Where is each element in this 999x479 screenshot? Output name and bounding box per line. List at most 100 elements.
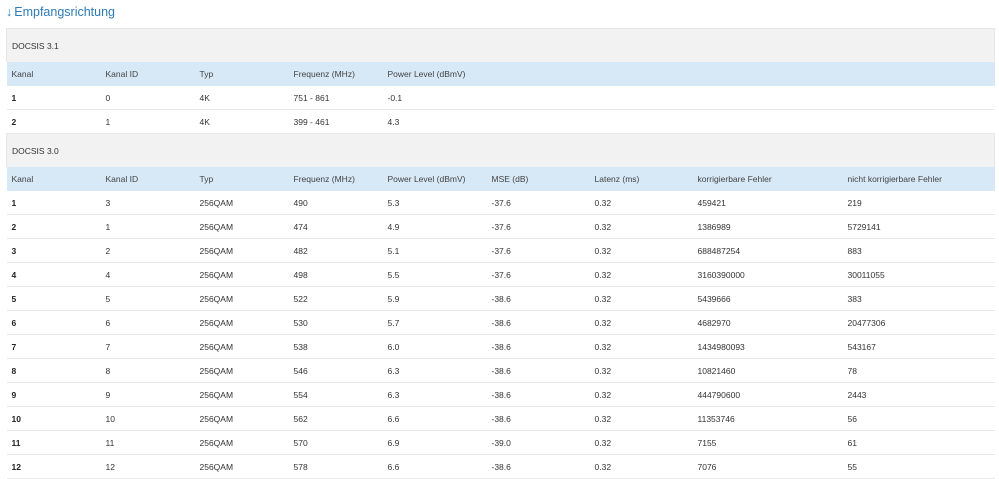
table-cell: -38.6: [486, 334, 590, 359]
table-cell: 1: [6, 191, 101, 215]
table-cell: 2: [6, 109, 101, 134]
table-cell: 383: [842, 286, 995, 311]
table-cell: 11353746: [692, 406, 843, 431]
column-header: Kanal ID: [100, 167, 195, 191]
downstream-channels: DOCSIS 3.1 Kanal Kanal ID Typ Frequenz (MHz…: [5, 28, 996, 479]
group-label: DOCSIS 3.0: [5, 133, 996, 167]
table-cell: 1386989: [692, 214, 843, 239]
table-row: 4 4 256QAM 498 5.5 -37.6 0.32 3160390000 3001105…: [6, 262, 995, 287]
table-cell-empty: [486, 86, 590, 110]
table-cell: 0: [100, 86, 195, 110]
table-cell: -38.6: [486, 310, 590, 335]
table-cell: 570: [288, 430, 383, 455]
table-cell: 256QAM: [194, 238, 289, 263]
section-title[interactable]: ↓ Empfangsrichtung: [6, 3, 115, 21]
table-cell: 256QAM: [194, 262, 289, 287]
table-cell: 1: [100, 109, 195, 134]
table-cell: -39.0: [486, 430, 590, 455]
table-cell: 1: [6, 86, 101, 110]
table-cell: 0.32: [589, 310, 693, 335]
table-cell: 751 - 861: [288, 86, 383, 110]
table-cell: 474: [288, 214, 383, 239]
table-cell: 554: [288, 382, 383, 407]
table-cell: 6.9: [382, 430, 487, 455]
table-cell: 1434980093: [692, 334, 843, 359]
table-cell: 5.9: [382, 286, 487, 311]
table-cell: -38.6: [486, 358, 590, 383]
table-row: 10 10 256QAM 562 6.6 -38.6 0.32 11353746 56: [6, 406, 995, 431]
table-cell: 459421: [692, 191, 843, 215]
table-cell: 7076: [692, 454, 843, 479]
table-cell: 55: [842, 454, 995, 479]
table-row: 8 8 256QAM 546 6.3 -38.6 0.32 10821460 78: [6, 358, 995, 383]
table-cell: 0.32: [589, 238, 693, 263]
docsis31-section: DOCSIS 3.1 Kanal Kanal ID Typ Frequenz (MHz…: [5, 28, 996, 134]
table-cell-empty: [842, 86, 995, 110]
table-row: 11 11 256QAM 570 6.9 -39.0 0.32 7155 61: [6, 430, 995, 455]
table-cell: 0.32: [589, 286, 693, 311]
table-row: 2 1 4K 399 - 461 4.3: [6, 109, 995, 134]
column-header-row: Kanal Kanal ID Typ Frequenz (MHz) Power Leve…: [6, 62, 995, 86]
table-cell: 256QAM: [194, 454, 289, 479]
table-cell: 4K: [194, 86, 289, 110]
table-cell: 5.3: [382, 191, 487, 215]
column-header-empty: [486, 62, 590, 86]
table-cell: 546: [288, 358, 383, 383]
table-cell: 0.32: [589, 454, 693, 479]
table-cell: 78: [842, 358, 995, 383]
table-cell: 543167: [842, 334, 995, 359]
table-cell: 5: [6, 286, 101, 311]
table-row: 7 7 256QAM 538 6.0 -38.6 0.32 1434980093 543167: [6, 334, 995, 359]
group-label: DOCSIS 3.1: [5, 28, 996, 62]
table-cell: 578: [288, 454, 383, 479]
table-cell: 219: [842, 191, 995, 215]
table-cell: 10821460: [692, 358, 843, 383]
table-cell: 6.6: [382, 406, 487, 431]
column-header: Typ: [194, 62, 289, 86]
column-header: Typ: [194, 167, 289, 191]
table-cell: 20477306: [842, 310, 995, 335]
column-header: Frequenz (MHz): [288, 167, 383, 191]
table-cell: 11: [6, 430, 101, 455]
table-cell: -0.1: [382, 86, 487, 110]
table-cell: 8: [100, 358, 195, 383]
table-cell: 10: [6, 406, 101, 431]
section-title-text: Empfangsrichtung: [14, 5, 116, 19]
column-header: Latenz (ms): [589, 167, 693, 191]
table-cell: 3: [100, 191, 195, 215]
table-cell: 2: [100, 238, 195, 263]
table-cell-empty: [589, 86, 693, 110]
table-cell: -38.6: [486, 406, 590, 431]
table-cell: -37.6: [486, 214, 590, 239]
column-header-empty: [589, 62, 693, 86]
table-cell: 256QAM: [194, 286, 289, 311]
table-cell: 12: [6, 454, 101, 479]
table-cell: 1: [100, 214, 195, 239]
table-cell-empty: [842, 109, 995, 134]
table-cell: 0.32: [589, 262, 693, 287]
table-cell: 9: [100, 382, 195, 407]
table-cell: -38.6: [486, 454, 590, 479]
table-cell: 256QAM: [194, 406, 289, 431]
table-cell: 444790600: [692, 382, 843, 407]
table-cell: 6: [6, 310, 101, 335]
column-header: Power Level (dBmV): [382, 62, 487, 86]
table-cell: 3: [6, 238, 101, 263]
table-cell: 0.32: [589, 430, 693, 455]
table-row: 1 3 256QAM 490 5.3 -37.6 0.32 459421 219: [6, 191, 995, 215]
column-header: korrigierbare Fehler: [692, 167, 843, 191]
table-cell: 256QAM: [194, 358, 289, 383]
column-header-empty: [692, 62, 843, 86]
table-cell: 10: [100, 406, 195, 431]
table-cell-empty: [589, 109, 693, 134]
table-cell: 538: [288, 334, 383, 359]
table-cell: 5.7: [382, 310, 487, 335]
table-cell: 6.3: [382, 358, 487, 383]
column-header-row: Kanal Kanal ID Typ Frequenz (MHz) Power Leve…: [6, 167, 995, 191]
table-cell: 562: [288, 406, 383, 431]
table-cell: -37.6: [486, 238, 590, 263]
column-header: nicht korrigierbare Fehler: [842, 167, 995, 191]
column-header: Kanal: [6, 62, 101, 86]
table-cell: 12: [100, 454, 195, 479]
table-cell: 8: [6, 358, 101, 383]
